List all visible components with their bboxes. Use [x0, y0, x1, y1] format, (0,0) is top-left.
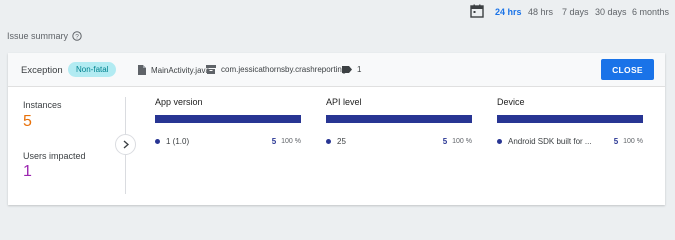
range-24-hrs[interactable]: 24 hrs: [495, 7, 522, 17]
range-6-months[interactable]: 6 months: [632, 7, 669, 17]
range-7-days[interactable]: 7 days: [562, 7, 589, 17]
chevron-right-icon: [123, 140, 129, 149]
issue-summary-title: Issue summary: [7, 31, 69, 41]
label-meta: 1: [342, 65, 361, 74]
range-30-days[interactable]: 30 days: [595, 7, 627, 17]
exception-title: Exception: [21, 65, 63, 76]
api-level-count: 5: [442, 137, 448, 146]
app-version-bar: [155, 115, 301, 123]
file-meta: MainActivity.java: [138, 65, 210, 75]
series-dot: [326, 139, 331, 144]
package-meta: com.jessicathornsby.crashreporting: [206, 65, 346, 74]
device-count: 5: [613, 137, 619, 146]
users-impacted-value: 1: [23, 163, 32, 180]
users-impacted-label: Users impacted: [23, 151, 86, 161]
device-column: Device Android SDK built for ... 5 100 %: [497, 97, 643, 146]
card-header: Exception Non-fatal MainActivity.java co…: [8, 53, 665, 87]
api-level-row: 25 5 100 %: [326, 137, 472, 146]
non-fatal-badge: Non-fatal: [68, 62, 117, 77]
device-item: Android SDK built for ...: [508, 137, 592, 146]
file-name: MainActivity.java: [151, 65, 210, 75]
api-level-percent: 100 %: [452, 138, 472, 145]
app-version-row: 1 (1.0) 5 100 %: [155, 137, 301, 146]
device-percent: 100 %: [623, 138, 643, 145]
api-level-bar: [326, 115, 472, 123]
app-version-item: 1 (1.0): [166, 137, 190, 146]
series-dot: [497, 139, 502, 144]
device-row: Android SDK built for ... 5 100 %: [497, 137, 643, 146]
instances-value: 5: [23, 113, 32, 130]
instances-label: Instances: [23, 100, 62, 110]
device-title: Device: [497, 97, 525, 107]
app-version-percent: 100 %: [281, 138, 301, 145]
app-version-column: App version 1 (1.0) 5 100 %: [155, 97, 301, 146]
issue-summary-card: Exception Non-fatal MainActivity.java co…: [8, 53, 665, 205]
label-tag-icon: [342, 66, 352, 73]
app-version-title: App version: [155, 97, 203, 107]
svg-text:?: ?: [75, 33, 79, 40]
time-range-bar: 24 hrs 48 hrs 7 days 30 days 6 months: [0, 0, 675, 26]
calendar-icon[interactable]: [470, 4, 484, 18]
device-bar: [497, 115, 643, 123]
api-level-item: 25: [337, 137, 346, 146]
help-circle-icon[interactable]: ?: [72, 31, 82, 41]
package-icon: [206, 65, 216, 74]
issue-summary-heading: Issue summary ?: [7, 31, 82, 41]
package-name: com.jessicathornsby.crashreporting: [221, 65, 347, 74]
series-dot: [155, 139, 160, 144]
range-48-hrs[interactable]: 48 hrs: [528, 7, 553, 17]
file-icon: [138, 65, 146, 75]
api-level-column: API level 25 5 100 %: [326, 97, 472, 146]
label-count: 1: [357, 65, 362, 74]
app-version-count: 5: [271, 137, 277, 146]
api-level-title: API level: [326, 97, 362, 107]
close-button[interactable]: CLOSE: [601, 59, 654, 80]
expand-button[interactable]: [115, 134, 136, 155]
